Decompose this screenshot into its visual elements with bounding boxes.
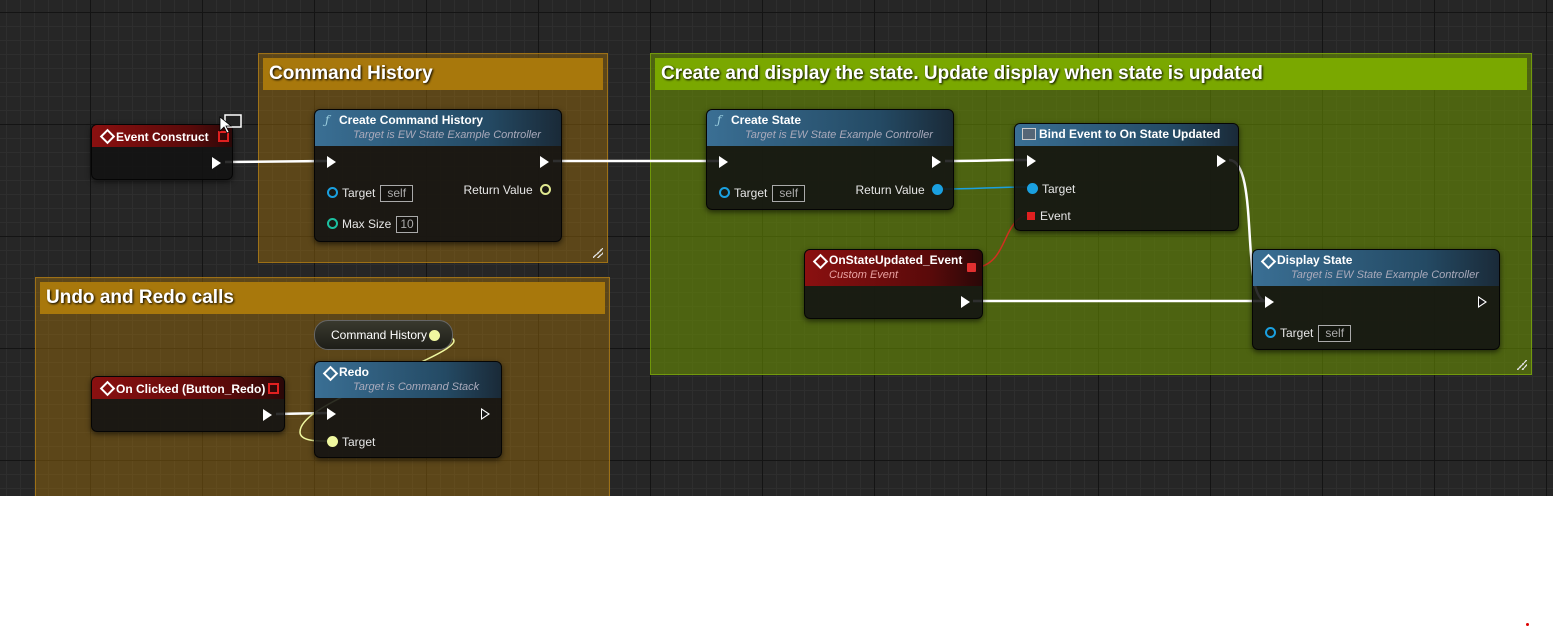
pin-return-value[interactable]: Return Value [463, 183, 551, 197]
node-header: Redo Target is Command Stack [315, 362, 501, 398]
object-pin-icon [1027, 183, 1038, 194]
pin-label: Return Value [855, 183, 925, 197]
exec-in-pin[interactable] [327, 408, 336, 420]
event-icon [99, 380, 116, 397]
node-create-state[interactable]: ƒ Create State Target is EW State Exampl… [706, 109, 954, 210]
node-title: Create State [731, 113, 802, 127]
function-icon: ƒ [717, 113, 722, 127]
event-icon [812, 253, 829, 270]
delegate-out-pin[interactable] [967, 263, 976, 272]
pin-target[interactable]: Target self [719, 185, 806, 202]
pin-label: Target [342, 186, 376, 200]
exec-out-pin[interactable] [481, 408, 490, 420]
exec-wire[interactable] [224, 159, 328, 164]
exec-out-pin[interactable] [932, 156, 941, 168]
object-pin-icon [1265, 327, 1276, 338]
variable-label: Command History [331, 328, 428, 342]
node-subtitle: Target is EW State Example Controller [745, 129, 933, 141]
exec-out-pin[interactable] [212, 157, 221, 169]
node-on-clicked-redo[interactable]: On Clicked (Button_Redo) [91, 376, 285, 432]
node-header: Bind Event to On State Updated [1015, 124, 1238, 146]
exec-out-pin[interactable] [540, 156, 549, 168]
pin-label: Target [342, 435, 376, 449]
function-icon [322, 365, 339, 382]
struct-pin-icon[interactable] [429, 330, 440, 341]
function-icon: ƒ [325, 113, 330, 127]
function-icon [1260, 253, 1277, 270]
target-field[interactable]: self [380, 185, 414, 202]
node-header: On Clicked (Button_Redo) [92, 377, 284, 399]
node-title: Bind Event to On State Updated [1039, 127, 1221, 141]
node-event-construct[interactable]: Event Construct [91, 124, 233, 180]
node-title: Display State [1277, 253, 1353, 267]
struct-pin-icon [327, 436, 338, 447]
node-header: ƒ Create Command History Target is EW St… [315, 110, 561, 146]
delegate-pin[interactable] [268, 383, 279, 394]
exec-out-pin[interactable] [1478, 296, 1487, 308]
node-subtitle: Target is EW State Example Controller [1291, 269, 1479, 281]
exec-in-pin[interactable] [1027, 155, 1036, 167]
monitor-cursor-icon [219, 114, 242, 134]
node-display-state[interactable]: Display State Target is EW State Example… [1252, 249, 1500, 350]
exec-in-pin[interactable] [719, 156, 728, 168]
node-title: On Clicked (Button_Redo) [116, 382, 266, 396]
pin-target[interactable]: Target self [327, 185, 414, 202]
node-title: OnStateUpdated_Event [829, 253, 963, 267]
pin-label: Target [1280, 326, 1314, 340]
pin-label: Event [1040, 209, 1071, 223]
exec-out-pin[interactable] [961, 296, 970, 308]
node-on-state-updated-event[interactable]: OnStateUpdated_Event Custom Event [804, 249, 983, 319]
object-pin-icon [932, 184, 943, 195]
exec-in-pin[interactable] [1265, 296, 1274, 308]
pin-target[interactable]: Target self [1265, 325, 1352, 342]
pin-max-size[interactable]: Max Size 10 [327, 216, 418, 233]
pin-label: Max Size [342, 217, 392, 231]
pin-target[interactable]: Target [327, 435, 375, 449]
pin-label: Target [1042, 182, 1076, 196]
struct-pin-icon [540, 184, 551, 195]
pin-target[interactable]: Target [1027, 182, 1075, 196]
node-subtitle: Custom Event [829, 269, 899, 281]
node-header: OnStateUpdated_Event Custom Event [805, 250, 982, 286]
max-size-input[interactable]: 10 [396, 216, 418, 233]
node-subtitle: Target is Command Stack [353, 381, 480, 393]
pin-label: Target [734, 186, 768, 200]
bind-event-icon [1022, 128, 1036, 140]
pin-event[interactable]: Event [1027, 209, 1071, 223]
node-header: Display State Target is EW State Example… [1253, 250, 1499, 286]
red-dot-marker [1526, 623, 1529, 626]
blueprint-graph-canvas[interactable]: Command History Create and display the s… [0, 0, 1553, 496]
exec-out-pin[interactable] [263, 409, 272, 421]
object-pin-icon [327, 187, 338, 198]
node-header: Event Construct [92, 125, 232, 147]
delegate-pin-icon [1027, 212, 1035, 220]
exec-in-pin[interactable] [327, 156, 336, 168]
target-field[interactable]: self [772, 185, 806, 202]
node-create-command-history[interactable]: ƒ Create Command History Target is EW St… [314, 109, 562, 242]
node-command-history-variable[interactable]: Command History [314, 320, 453, 350]
exec-out-pin[interactable] [1217, 155, 1226, 167]
node-redo[interactable]: Redo Target is Command Stack Target [314, 361, 502, 458]
node-title: Create Command History [339, 113, 484, 127]
node-title: Redo [339, 365, 369, 379]
int-pin-icon [327, 218, 338, 229]
node-subtitle: Target is EW State Example Controller [353, 129, 541, 141]
node-bind-event[interactable]: Bind Event to On State Updated Target Ev… [1014, 123, 1239, 231]
object-pin-icon [719, 187, 730, 198]
event-icon [99, 128, 116, 145]
target-field[interactable]: self [1318, 325, 1352, 342]
node-title: Event Construct [116, 130, 209, 144]
node-header: ƒ Create State Target is EW State Exampl… [707, 110, 953, 146]
pin-label: Return Value [463, 183, 533, 197]
pin-return-value[interactable]: Return Value [855, 183, 943, 197]
